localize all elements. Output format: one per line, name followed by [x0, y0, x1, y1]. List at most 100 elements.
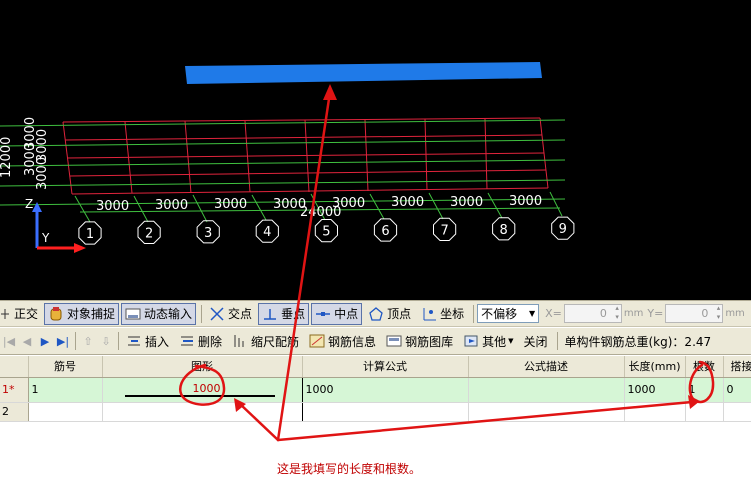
vertex-snap-button[interactable]: 顶点 [364, 303, 415, 325]
last-record-icon[interactable]: ▶| [54, 331, 72, 351]
ortho-icon [1, 306, 11, 322]
col-header-formula[interactable]: 计算公式 [302, 356, 469, 378]
cell-lap[interactable]: 0 [723, 377, 751, 403]
dropdown-arrow-icon: ▼ [528, 309, 536, 318]
insert-label: 插入 [145, 334, 170, 349]
cell-length[interactable]: 1000 [624, 377, 686, 403]
rebar-library-icon [386, 333, 402, 349]
perpendicular-snap-button[interactable]: 垂点 [258, 302, 310, 325]
col-header-shape[interactable]: 图形 [102, 356, 303, 378]
row-number[interactable]: 2 [0, 402, 29, 422]
separator [75, 332, 76, 350]
dropdown-arrow-icon: ▼ [508, 337, 514, 345]
rebar-shape-length[interactable]: 1000 [193, 382, 221, 395]
insert-row-icon [126, 333, 142, 349]
coordinate-indicator: Z Y [25, 197, 86, 253]
separator [556, 332, 558, 350]
annotation-text: 这是我填写的长度和根数。 [277, 462, 422, 476]
cell-count[interactable]: 1 [685, 377, 724, 403]
coordinate-label: 坐标 [440, 307, 465, 321]
col-header-count[interactable]: 根数 [685, 356, 724, 378]
coord-z-label: Z [25, 197, 33, 211]
row-header-corner [0, 356, 29, 378]
blue-beam[interactable] [185, 62, 542, 84]
app-window: 3000 3000 3000 3000 3000 3000 3000 3000 … [0, 0, 751, 486]
separator [201, 304, 203, 323]
delete-button[interactable]: 删除 [175, 330, 226, 352]
left-dimension: 12000 [0, 137, 14, 178]
dynamic-input-button[interactable]: 动态输入 [121, 302, 197, 325]
midpoint-snap-button[interactable]: 中点 [311, 302, 363, 325]
coordinate-snap-button[interactable]: 坐标 [417, 303, 468, 325]
y-offset-spinner[interactable]: 0 [665, 304, 724, 323]
cell-lap[interactable] [723, 402, 751, 422]
cell-description[interactable] [468, 402, 625, 422]
cell-length[interactable] [624, 402, 686, 422]
coordinate-icon [421, 306, 437, 322]
dim-label-1: 3000 [96, 199, 129, 214]
axis-number-5: 5 [322, 225, 330, 240]
offset-select[interactable]: 不偏移 ▼ [477, 304, 540, 323]
col-header-length[interactable]: 长度(mm) [624, 356, 686, 378]
rebar-toolbar: |◀ ◀ ▶ ▶| ⇧ ⇩ 插入 删除 缩尺配筋 钢筋信息 钢筋图库 其他 ▼ … [0, 328, 751, 355]
axis-number-1: 1 [86, 227, 94, 242]
table-row[interactable]: 1* 1 1000 1000 1000 1 0 [0, 377, 751, 403]
cell-count[interactable] [685, 402, 724, 422]
ortho-label: 正交 [14, 307, 39, 321]
cell-bar-no[interactable] [28, 402, 103, 422]
cell-bar-no[interactable]: 1 [28, 377, 103, 403]
dim-label-7: 3000 [450, 195, 483, 210]
table-row[interactable]: 2 [0, 402, 751, 422]
other-menu-label: 其他 [482, 334, 507, 349]
vertex-label: 顶点 [387, 307, 412, 321]
midpoint-label: 中点 [334, 307, 359, 321]
rebar-info-button[interactable]: 钢筋信息 [305, 330, 380, 352]
row-number[interactable]: 1* [0, 377, 29, 403]
intersection-snap-button[interactable]: 交点 [205, 303, 256, 325]
table-header-row: 筋号 图形 计算公式 公式描述 长度(mm) 根数 搭接 [0, 356, 751, 378]
first-record-icon[interactable]: |◀ [0, 331, 18, 351]
y-offset-value: 0 [701, 307, 709, 320]
scale-rebar-button[interactable]: 缩尺配筋 [228, 330, 303, 352]
cell-formula[interactable]: 1000 [302, 377, 469, 403]
cell-shape[interactable] [101, 402, 303, 422]
other-menu-icon [463, 333, 479, 349]
move-up-icon[interactable]: ⇧ [79, 331, 97, 351]
intersection-icon [209, 306, 225, 322]
x-offset-spinner[interactable]: 0 [563, 304, 622, 323]
close-label: 关闭 [523, 334, 548, 349]
ortho-button[interactable]: 正交 [0, 303, 42, 325]
magnet-hand-icon [48, 306, 64, 322]
close-button[interactable]: 关闭 [519, 330, 551, 352]
x-unit: mm [623, 308, 644, 319]
cell-description[interactable] [468, 377, 625, 403]
col-header-lap[interactable]: 搭接 [723, 356, 751, 378]
dim-label-6: 3000 [391, 195, 424, 210]
x-offset-value: 0 [599, 307, 607, 320]
offset-select-value: 不偏移 [481, 307, 518, 321]
scale-rebar-icon [232, 333, 248, 349]
separator [473, 304, 475, 323]
cell-formula[interactable] [302, 402, 469, 422]
dim-label-2: 3000 [155, 198, 188, 213]
object-snap-button[interactable]: 对象捕捉 [44, 302, 120, 325]
axis-number-3: 3 [204, 226, 212, 241]
scale-rebar-label: 缩尺配筋 [251, 334, 300, 349]
axis-number-circles: 1 2 3 4 5 6 7 8 9 [78, 216, 575, 245]
next-record-icon[interactable]: ▶ [36, 331, 54, 351]
prev-record-icon[interactable]: ◀ [18, 331, 36, 351]
dim-label-8: 3000 [509, 194, 542, 209]
insert-button[interactable]: 插入 [122, 330, 173, 352]
rebar-library-label: 钢筋图库 [405, 334, 454, 349]
midpoint-icon [315, 306, 331, 322]
cell-shape[interactable]: 1000 [101, 377, 303, 403]
delete-row-icon [179, 333, 195, 349]
other-menu-button[interactable]: 其他 ▼ [459, 330, 517, 352]
rebar-shape-line [124, 394, 275, 397]
move-down-icon[interactable]: ⇩ [97, 331, 115, 351]
cad-viewport[interactable]: 3000 3000 3000 3000 3000 3000 3000 3000 … [0, 0, 751, 300]
perpendicular-icon [262, 306, 278, 322]
col-header-bar-no[interactable]: 筋号 [28, 356, 103, 378]
rebar-library-button[interactable]: 钢筋图库 [382, 330, 457, 352]
col-header-description[interactable]: 公式描述 [468, 356, 625, 378]
